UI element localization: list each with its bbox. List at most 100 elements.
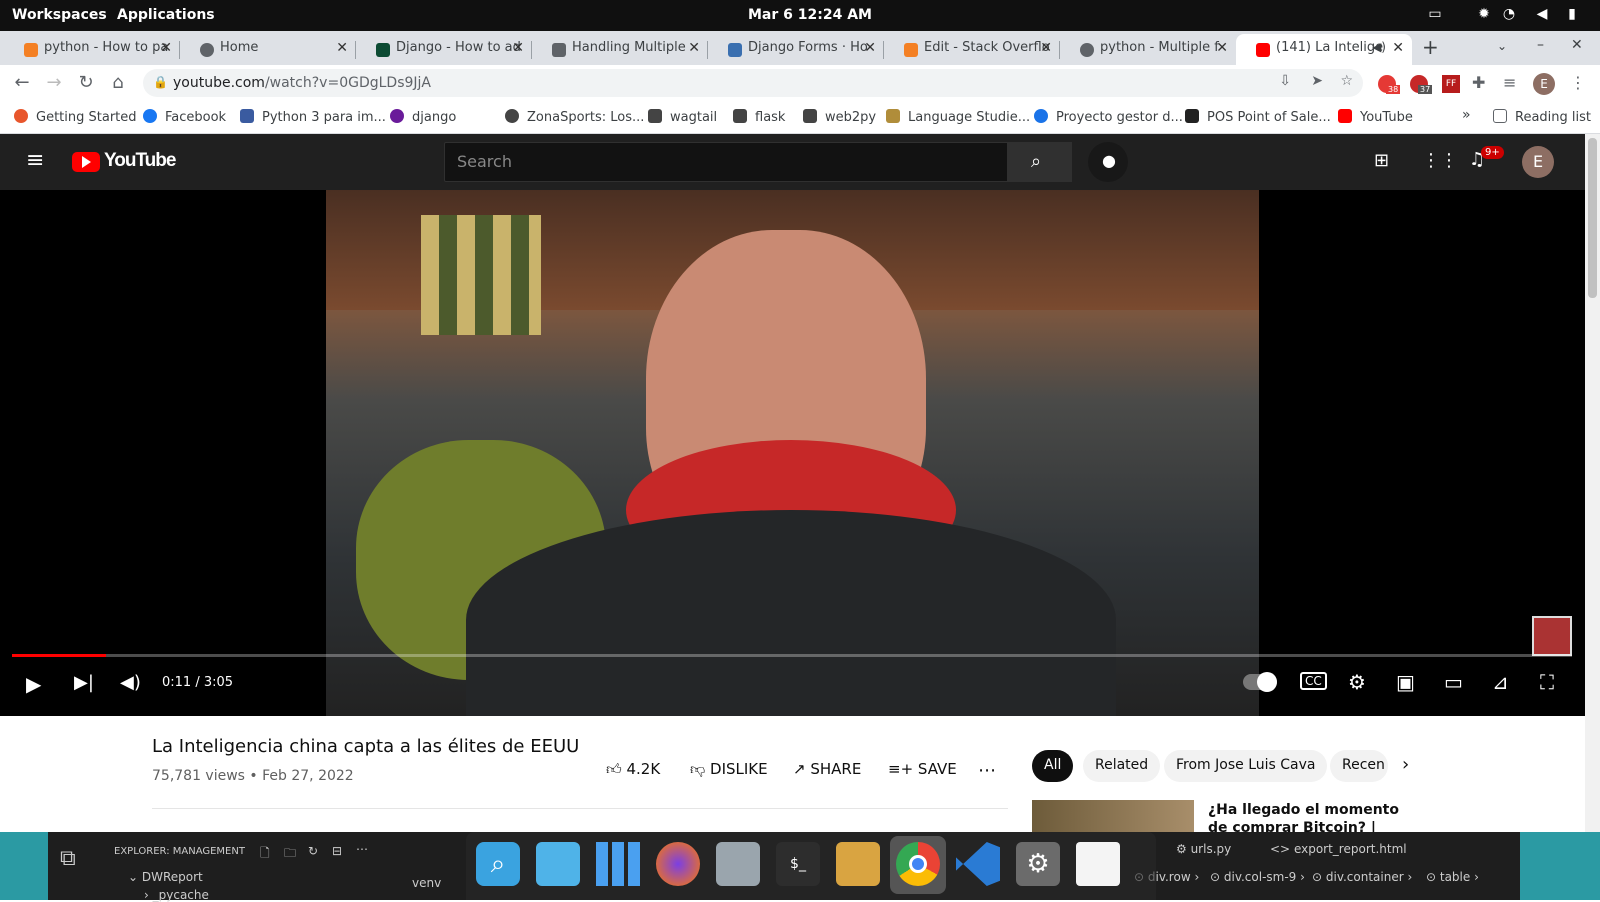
volume-icon[interactable]: ◀) [120,672,141,693]
close-window-icon[interactable]: ✕ [1571,37,1583,53]
close-tab-icon[interactable]: ✕ [160,40,172,56]
tab-1[interactable]: python - How to pa ✕ [4,34,180,65]
editor-tab-export[interactable]: <> export_report.html [1270,842,1407,856]
window-manager-icon[interactable] [536,842,580,886]
close-tab-icon[interactable]: ✕ [336,40,348,56]
clock[interactable]: Mar 6 12:24 AM [748,7,872,23]
terminal-icon[interactable]: $_ [776,842,820,886]
breadcrumb-venv[interactable]: venv [412,876,441,890]
battery-icon[interactable]: ▮ [1563,6,1581,24]
crumb-table[interactable]: ⊙ table › [1426,870,1479,884]
puzzle-icon[interactable]: ✚ [1472,73,1485,92]
text-editor-icon[interactable] [1076,842,1120,886]
bookmark-folder-web2py[interactable]: web2py [803,109,876,125]
progress-bar[interactable] [12,654,1572,657]
tab-5[interactable]: Django Forms · Ho ✕ [708,34,884,65]
tab-2[interactable]: Home ✕ [180,34,356,65]
autoplay-toggle[interactable] [1243,672,1277,692]
audio-playing-icon[interactable]: ◀) [1372,40,1386,54]
firefox-icon[interactable] [656,842,700,886]
bookmark-language-studies[interactable]: Language Studie... [886,109,1030,125]
chip-recent[interactable]: Recen [1330,750,1388,782]
tab-3[interactable]: Django - How to ad ✕ [356,34,532,65]
reading-list-button[interactable]: Reading list [1493,109,1591,125]
wifi-icon[interactable]: ◔ [1500,6,1518,24]
tab-active-youtube[interactable]: (141) La Intelige ◀) ✕ [1236,34,1412,65]
reload-icon[interactable]: ↻ [76,73,96,93]
search-app-icon[interactable]: ⌕ [476,842,520,886]
subscribe-watermark[interactable] [1532,616,1572,656]
save-button[interactable]: ≡+ SAVE [888,760,957,778]
tab-4[interactable]: Handling Multiple ✕ [532,34,708,65]
play-icon[interactable]: ▶ [26,672,41,696]
menu-icon[interactable]: ≡ [26,148,44,173]
theater-mode-icon[interactable]: ▭ [1444,670,1463,694]
page-scrollbar[interactable] [1585,134,1600,832]
display-icon[interactable]: ▭ [1426,6,1444,24]
close-tab-icon[interactable]: ✕ [1040,40,1052,56]
bookmark-folder-wagtail[interactable]: wagtail [648,109,717,125]
bookmark-django[interactable]: django [390,109,456,125]
bookmark-youtube[interactable]: YouTube [1338,109,1413,125]
profile-avatar[interactable]: E [1533,73,1555,95]
package-icon[interactable] [836,842,880,886]
dislike-button[interactable]: 👎︎ DISLIKE [690,760,768,779]
bookmark-facebook[interactable]: Facebook [143,109,226,125]
miniplayer-icon[interactable]: ▣ [1396,670,1415,694]
files-icon[interactable] [716,842,760,886]
more-actions-icon[interactable]: ⋯ [978,760,996,781]
vscode-icon[interactable] [956,842,1000,886]
related-thumbnail[interactable] [1032,800,1194,832]
account-avatar[interactable]: E [1522,146,1554,178]
install-icon[interactable]: ⇩ [1279,73,1291,89]
bookmark-getting-started[interactable]: Getting Started [14,109,137,125]
app-grid-icon[interactable] [596,842,640,886]
voice-search-button[interactable]: ● [1088,142,1128,182]
lock-icon[interactable]: 🔒 [153,75,168,89]
explorer-files-icon[interactable]: ⧉ [60,846,76,871]
chrome-icon[interactable] [896,842,940,886]
close-tab-icon[interactable]: ✕ [1216,40,1228,56]
editor-tab-urls[interactable]: ⚙ urls.py [1176,842,1231,856]
send-icon[interactable]: ➤ [1311,73,1323,89]
like-button[interactable]: 👍︎ 4.2K [606,760,660,779]
close-tab-icon[interactable]: ✕ [864,40,876,56]
search-button[interactable]: ⌕ [1008,142,1072,182]
refresh-icon[interactable]: ↻ [308,844,318,858]
more-icon[interactable]: ⋮ [1570,73,1586,92]
url-bar[interactable]: 🔒 youtube.com/watch?v=0GDgLDs9JjA ⇩ ➤ ☆ [143,69,1363,97]
crumb-div-col[interactable]: ⊙ div.col-sm-9 › [1210,870,1305,884]
bookmark-python3[interactable]: Python 3 para im... [240,109,386,125]
bookmark-zonasports[interactable]: ZonaSports: Los... [505,109,644,125]
search-input[interactable]: Search [444,142,1008,182]
new-file-icon[interactable]: 🗋 [260,844,270,865]
close-tab-icon[interactable]: ✕ [688,40,700,56]
chevron-right-icon[interactable]: › [1402,754,1409,775]
bookmark-pos[interactable]: POS Point of Sale... [1185,109,1331,125]
next-icon[interactable]: ▶| [74,672,94,693]
apps-grid-icon[interactable]: ⋮⋮ [1422,150,1458,171]
settings-icon[interactable]: ⚙ [1016,842,1060,886]
cast-icon[interactable]: ⊿ [1492,670,1509,694]
workspaces-menu[interactable]: Workspaces [12,7,107,23]
tab-6[interactable]: Edit - Stack Overflo ✕ [884,34,1060,65]
close-tab-icon[interactable]: ✕ [1392,40,1404,56]
home-icon[interactable]: ⌂ [108,73,128,93]
forward-icon[interactable]: → [44,73,64,93]
tab-7[interactable]: python - Multiple f ✕ [1060,34,1236,65]
back-icon[interactable]: ← [12,73,32,93]
captions-icon[interactable]: CC [1300,672,1327,690]
bookmark-folder-flask[interactable]: flask [733,109,785,125]
applications-menu[interactable]: Applications [117,7,215,23]
media-icon[interactable]: ≡ [1503,73,1516,92]
tab-search-icon[interactable]: ⌄ [1497,39,1507,53]
chip-all[interactable]: All [1032,750,1074,782]
more-bookmarks-icon[interactable]: » [1462,107,1471,123]
crumb-div-container[interactable]: ⊙ div.container › [1312,870,1412,884]
chip-from-channel[interactable]: From Jose Luis Cava [1164,750,1328,782]
settings-gear-icon[interactable]: ⚙ [1348,670,1366,694]
minimize-icon[interactable]: – [1537,37,1544,53]
star-icon[interactable]: ☆ [1340,73,1353,89]
explorer-more-icon[interactable]: ⋯ [356,842,368,856]
chip-related[interactable]: Related [1083,750,1161,782]
